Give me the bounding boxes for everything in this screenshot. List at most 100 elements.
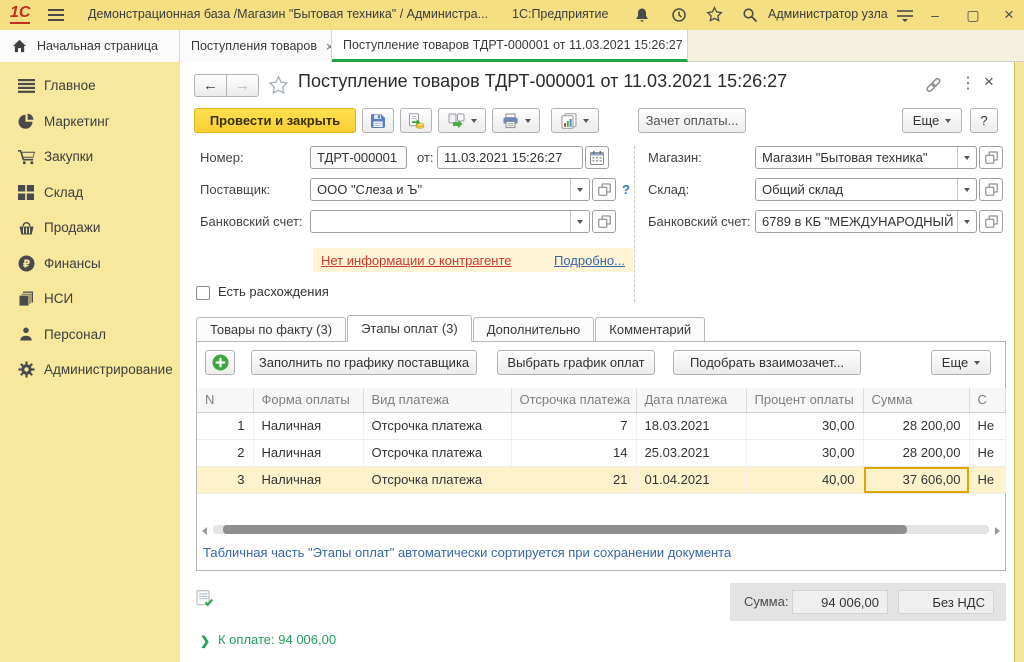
tab-payment-stages[interactable]: Этапы оплат (3) — [347, 315, 472, 342]
table-row[interactable]: 1 Наличная Отсрочка платежа 7 18.03.2021… — [197, 412, 1005, 439]
cell-deferral[interactable]: 7 — [511, 412, 636, 439]
col-payment-form[interactable]: Форма оплаты — [253, 388, 363, 412]
cell-amount[interactable]: 28 200,00 — [863, 412, 969, 439]
supplier-open-button[interactable] — [592, 178, 616, 201]
favorite-star-icon[interactable] — [268, 75, 289, 98]
discrepancy-checkbox[interactable] — [196, 286, 210, 300]
supplier-help-link[interactable]: ? — [622, 178, 630, 201]
cell-payment-date[interactable]: 18.03.2021 — [636, 412, 746, 439]
post-and-close-button[interactable]: Провести и закрыть — [194, 108, 356, 133]
tab-additional[interactable]: Дополнительно — [473, 317, 595, 342]
maximize-button[interactable]: ▢ — [962, 0, 984, 30]
post-document-button[interactable] — [400, 108, 432, 133]
tab-goods-by-fact[interactable]: Товары по факту (3) — [196, 317, 346, 342]
cell-payment-date[interactable]: 01.04.2021 — [636, 466, 746, 493]
reports-button[interactable] — [551, 108, 599, 133]
cell-payment-kind[interactable]: Отсрочка платежа — [363, 466, 511, 493]
cell-deferral[interactable]: 14 — [511, 439, 636, 466]
sidebar-item-purchases[interactable]: Закупки — [0, 139, 180, 175]
col-payment-percent[interactable]: Процент оплаты — [746, 388, 863, 412]
sidebar-item-administration[interactable]: Администрирование — [0, 352, 180, 388]
close-document-icon[interactable]: × — [984, 72, 994, 92]
pick-offset-button[interactable]: Подобрать взаимозачет... — [673, 350, 861, 375]
current-user[interactable]: Администратор узла — [768, 7, 888, 21]
col-payment-date[interactable]: Дата платежа — [636, 388, 746, 412]
supplier-field[interactable]: ООО "Слеза и Ъ" — [310, 178, 590, 201]
main-menu-icon[interactable] — [48, 8, 64, 25]
add-row-button[interactable] — [205, 350, 235, 375]
cell-n[interactable]: 3 — [197, 466, 253, 493]
sidebar-item-marketing[interactable]: Маркетинг — [0, 104, 180, 140]
search-icon[interactable] — [742, 7, 758, 26]
bank-account-right-open-button[interactable] — [979, 210, 1003, 233]
warning-details-link[interactable]: Подробно... — [554, 253, 625, 268]
tab-receipt-document[interactable]: Поступление товаров ТДРТ-000001 от 11.03… — [332, 30, 688, 62]
dropdown-arrow-icon[interactable] — [570, 179, 589, 200]
dropdown-arrow-icon[interactable] — [957, 211, 976, 232]
cell-payment-kind[interactable]: Отсрочка платежа — [363, 439, 511, 466]
dropdown-arrow-icon[interactable] — [957, 147, 976, 168]
get-link-icon[interactable] — [924, 76, 943, 97]
cell-payment-form[interactable]: Наличная — [253, 466, 363, 493]
col-amount[interactable]: Сумма — [863, 388, 969, 412]
tab-receipts-list[interactable]: Поступления товаров × — [180, 30, 332, 62]
scrollbar-thumb[interactable] — [223, 525, 907, 534]
col-status[interactable]: С — [969, 388, 1005, 412]
counterparty-warning-text[interactable]: Нет информации о контрагенте — [321, 253, 512, 268]
shop-field[interactable]: Магазин "Бытовая техника" — [755, 146, 977, 169]
tab-home[interactable]: Начальная страница — [0, 30, 180, 62]
cell-payment-percent[interactable]: 30,00 — [746, 439, 863, 466]
history-icon[interactable] — [671, 7, 687, 26]
cell-n[interactable]: 2 — [197, 439, 253, 466]
favorites-star-icon[interactable] — [706, 6, 723, 26]
bank-account-left-field[interactable] — [310, 210, 590, 233]
help-button[interactable]: ? — [970, 108, 998, 133]
minimize-button[interactable]: – — [924, 0, 946, 30]
cell-n[interactable]: 1 — [197, 412, 253, 439]
cell-payment-percent[interactable]: 40,00 — [746, 466, 863, 493]
cell-status[interactable]: Не — [969, 466, 1005, 493]
bank-account-left-open-button[interactable] — [592, 210, 616, 233]
sidebar-item-sales[interactable]: Продажи — [0, 210, 180, 246]
calendar-button[interactable] — [585, 146, 609, 169]
dropdown-arrow-icon[interactable] — [570, 211, 589, 232]
more-button[interactable]: Еще — [902, 108, 962, 133]
cell-status[interactable]: Не — [969, 412, 1005, 439]
cell-amount-selected[interactable]: 37 606,00 — [863, 466, 969, 493]
table-row-selected[interactable]: 3 Наличная Отсрочка платежа 21 01.04.202… — [197, 466, 1005, 493]
horizontal-scrollbar[interactable] — [213, 525, 989, 534]
col-n[interactable]: N — [197, 388, 253, 412]
sidebar-item-finance[interactable]: ₽ Финансы — [0, 246, 180, 282]
grid-more-button[interactable]: Еще — [931, 350, 991, 375]
scroll-left-arrow[interactable] — [202, 527, 207, 535]
warehouse-field[interactable]: Общий склад — [755, 178, 977, 201]
sidebar-item-nsi[interactable]: НСИ — [0, 281, 180, 317]
cell-amount[interactable]: 28 200,00 — [863, 439, 969, 466]
sidebar-item-warehouse[interactable]: Склад — [0, 175, 180, 211]
cell-payment-form[interactable]: Наличная — [253, 412, 363, 439]
payable-expander-chevron-icon[interactable]: ❯ — [200, 634, 210, 648]
warehouse-open-button[interactable] — [979, 178, 1003, 201]
payment-offset-button[interactable]: Зачет оплаты... — [638, 108, 746, 133]
shop-open-button[interactable] — [979, 146, 1003, 169]
date-field[interactable]: 11.03.2021 15:26:27 — [437, 146, 583, 169]
cell-payment-percent[interactable]: 30,00 — [746, 412, 863, 439]
create-based-on-button[interactable] — [438, 108, 486, 133]
back-button[interactable]: ← — [194, 74, 227, 97]
notifications-bell-icon[interactable] — [634, 7, 650, 26]
cell-payment-form[interactable]: Наличная — [253, 439, 363, 466]
cell-status[interactable]: Не — [969, 439, 1005, 466]
payable-total-link[interactable]: К оплате: 94 006,00 — [218, 632, 336, 647]
forward-button[interactable]: → — [226, 74, 259, 97]
scroll-right-arrow[interactable] — [995, 527, 1000, 535]
kebab-menu-icon[interactable]: ⋮ — [960, 73, 976, 93]
tab-comment[interactable]: Комментарий — [595, 317, 705, 342]
view-settings-icon[interactable] — [896, 8, 914, 25]
fill-by-supplier-schedule-button[interactable]: Заполнить по графику поставщика — [251, 350, 477, 375]
close-window-button[interactable]: × — [998, 0, 1020, 30]
sidebar-item-personnel[interactable]: Персонал — [0, 317, 180, 353]
dropdown-arrow-icon[interactable] — [957, 179, 976, 200]
save-button[interactable] — [362, 108, 394, 133]
col-payment-kind[interactable]: Вид платежа — [363, 388, 511, 412]
cell-deferral[interactable]: 21 — [511, 466, 636, 493]
